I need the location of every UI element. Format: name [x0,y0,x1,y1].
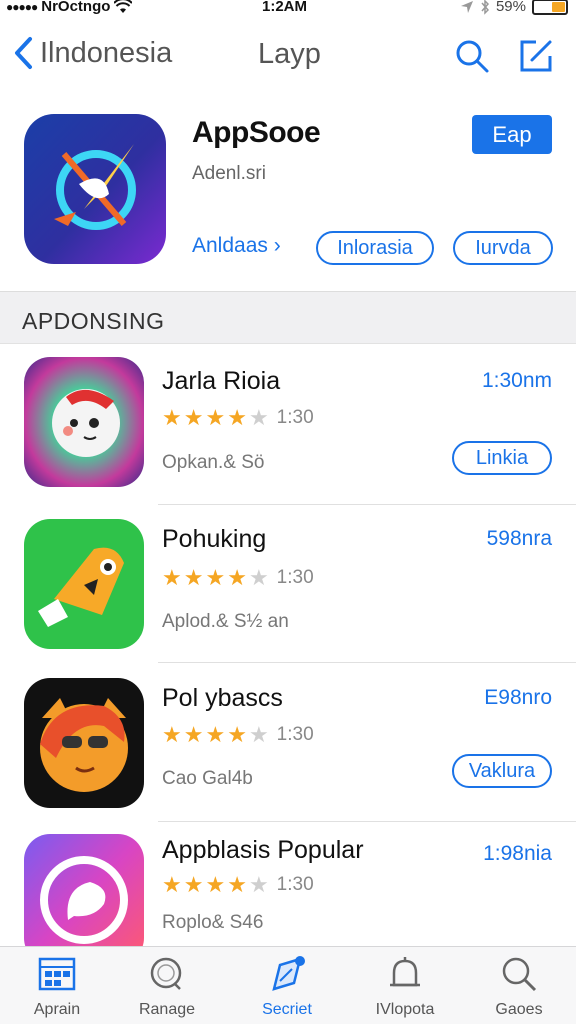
location-icon [460,0,473,13]
star-icon: ★ [162,722,182,747]
list-item[interactable]: Jarla Rioia ★ ★ ★ ★ ★ 1:30 Opkan.& Sö 1:… [0,345,576,505]
rating-count: 1:30 [276,724,314,745]
featured-app-link[interactable]: Anldaas › [192,234,281,258]
tab-label: Aprain [33,1001,81,1018]
list-item[interactable]: Pohuking ★ ★ ★ ★ ★ 1:30 Aplod.& S½ an 59… [0,503,576,663]
star-empty-icon: ★ [248,565,269,590]
grid-icon [38,957,76,991]
app-price: 598nra [486,527,552,550]
tag-pill-2[interactable]: Iurvda [453,231,553,265]
tab-label: IVlopota [375,1001,435,1018]
tab-label: Ranage [138,1001,196,1018]
star-icon: ★ [183,565,204,590]
half-star-icon: ★ [227,405,247,430]
status-bar: ●●●●● NrOctngo 1:2AM 59% [0,0,576,20]
half-star-icon: ★ [227,872,247,897]
nav-bar: Ilndonesia Layp [0,28,576,84]
app-meta: Aplod.& S½ an [162,611,289,632]
star-empty-icon: ★ [248,872,269,897]
tab-label: Gaoes [495,1001,543,1018]
tab-gaoes[interactable]: Gaoes [464,955,574,1023]
app-price: 1:30nm [481,369,552,392]
half-star-icon: ★ [227,722,247,747]
app-price: E98nro [484,686,552,709]
bell-icon [390,957,420,987]
app-price: 1:98nia [483,842,552,865]
rating-count: 1:30 [276,407,314,428]
search-icon [502,957,537,992]
battery-label: 59% [495,0,526,15]
section-header: APDONSING [0,291,576,344]
status-time: 1:2AM [262,0,308,15]
app-name: Pol ybascs [162,684,283,712]
rating-count: 1:30 [276,874,314,895]
explore-icon [272,956,305,991]
app-icon [24,834,144,964]
star-icon: ★ [162,872,182,897]
tag-pill-1[interactable]: Inlorasia [316,231,434,265]
app-meta: Opkan.& Sö [162,452,265,473]
star-empty-icon: ★ [248,722,269,747]
nav-title: Layp [258,38,321,70]
search-icon [150,957,182,990]
star-icon: ★ [205,565,226,590]
tab-ivlopota[interactable]: IVlopota [350,955,460,1023]
bluetooth-icon [481,0,489,15]
back-label: Ilndonesia [40,36,173,69]
star-rating: ★ ★ ★ ★ ★ 1:30 [162,405,314,431]
list-item[interactable]: Pol ybascs ★ ★ ★ ★ ★ 1:30 Cao Gal4b E98n… [0,662,576,822]
app-action-button[interactable]: Linkia [452,441,552,475]
search-icon[interactable] [454,38,490,74]
app-store-icon[interactable] [24,114,166,264]
app-action-button[interactable]: Vaklura [452,754,552,788]
compose-icon[interactable] [518,38,554,74]
section-title: APDONSING [22,308,165,334]
app-icon [24,519,144,649]
rating-count: 1:30 [276,567,314,588]
star-icon: ★ [205,872,226,897]
app-name: Appblasis Popular [162,836,364,864]
star-icon: ★ [162,565,182,590]
star-icon: ★ [162,405,182,430]
battery-icon [532,0,568,15]
get-button[interactable]: Eap [472,115,552,154]
featured-app-subtitle: Adenl.sri [192,163,266,184]
app-meta: Roplo& S46 [162,912,264,933]
featured-app-title: AppSooe [192,116,321,149]
star-rating: ★ ★ ★ ★ ★ 1:30 [162,722,314,748]
star-icon: ★ [205,722,226,747]
app-meta: Cao Gal4b [162,768,253,789]
carrier-label: NrOctngo [41,0,111,15]
half-star-icon: ★ [227,565,247,590]
star-empty-icon: ★ [248,405,269,430]
star-icon: ★ [183,722,204,747]
chevron-left-icon [15,37,32,69]
star-icon: ★ [183,872,204,897]
app-name: Jarla Rioia [162,367,281,395]
tab-secriet[interactable]: Secriet [232,955,342,1023]
tab-aprain[interactable]: Aprain [2,955,112,1023]
star-rating: ★ ★ ★ ★ ★ 1:30 [162,565,314,591]
status-right: 59% [460,0,568,15]
app-icon [24,357,144,487]
star-icon: ★ [205,405,226,430]
app-icon [24,678,144,808]
signal-icon: ●●●●● [6,0,38,14]
tab-bar: Aprain Ranage Secriet IVlopota Gaoes [0,946,576,1024]
app-name: Pohuking [162,525,267,553]
wifi-icon [114,0,133,13]
star-rating: ★ ★ ★ ★ ★ 1:30 [162,872,314,898]
status-left: ●●●●● NrOctngo [6,0,133,15]
star-icon: ★ [183,405,204,430]
featured-app-card: AppSooe Adenl.sri Eap Anldaas › Inlorasi… [0,100,576,290]
tab-ranage[interactable]: Ranage [112,955,222,1023]
back-button[interactable]: Ilndonesia [12,36,172,70]
tab-label: Secriet [262,1001,312,1018]
